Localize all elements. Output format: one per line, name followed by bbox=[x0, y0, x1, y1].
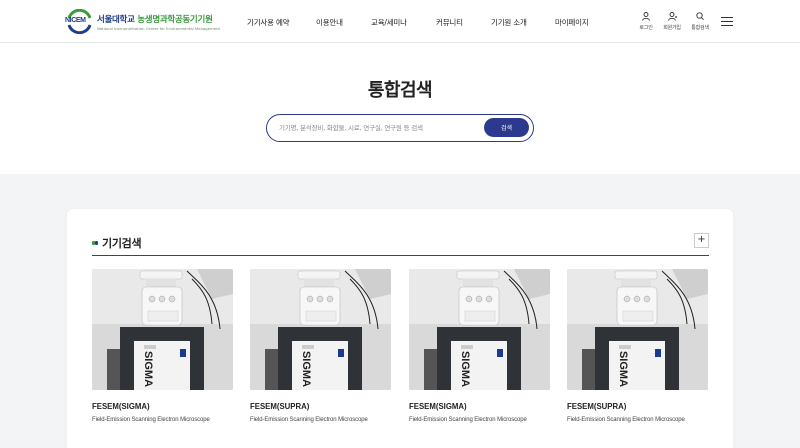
search-box: 검색 bbox=[266, 114, 534, 142]
svg-text:SIGMA: SIGMA bbox=[459, 351, 471, 387]
hero-section: 통합검색 검색 bbox=[0, 43, 800, 174]
product-description: Field-Emission Scanning Electron Microsc… bbox=[567, 417, 685, 423]
signup-button[interactable]: 회원가입 bbox=[657, 12, 687, 31]
nav-item-education[interactable]: 교육/세미나 bbox=[371, 17, 407, 28]
more-button[interactable]: + bbox=[694, 233, 709, 248]
site-header: NICEM 서울대학교 농생명과학공동기기원 National Instrume… bbox=[0, 0, 800, 43]
product-card[interactable]: SIGMA FESEM(SUPRA) Field-Emission Scanni… bbox=[567, 269, 708, 423]
search-icon bbox=[696, 12, 704, 21]
svg-text:SIGMA: SIGMA bbox=[300, 351, 312, 387]
person-icon bbox=[642, 12, 650, 21]
product-card[interactable]: SIGMA FESEM(SUPRA) Field-Emission Scanni… bbox=[250, 269, 391, 423]
nav-item-guide[interactable]: 이용안내 bbox=[316, 17, 343, 28]
section-header: 기기검색 + bbox=[92, 233, 709, 256]
hamburger-icon[interactable] bbox=[721, 17, 733, 26]
integrated-search-button[interactable]: 통합검색 bbox=[685, 12, 715, 31]
svg-text:SIGMA: SIGMA bbox=[142, 351, 154, 387]
nav-item-about[interactable]: 기기원 소개 bbox=[491, 17, 527, 28]
product-image: SIGMA bbox=[92, 269, 233, 390]
svg-text:SIGMA: SIGMA bbox=[617, 351, 629, 387]
nav-item-community[interactable]: 커뮤니티 bbox=[436, 17, 463, 28]
product-name: FESEM(SIGMA) bbox=[409, 402, 467, 411]
product-card[interactable]: SIGMA FESEM(SIGMA) Field-Emission Scanni… bbox=[409, 269, 550, 423]
product-description: Field-Emission Scanning Electron Microsc… bbox=[92, 417, 210, 423]
product-card[interactable]: SIGMA FESEM(SIGMA) Field-Emission Scanni… bbox=[92, 269, 233, 423]
section-title: 기기검색 bbox=[102, 237, 142, 250]
search-button[interactable]: 검색 bbox=[484, 118, 529, 137]
product-image: SIGMA bbox=[567, 269, 708, 390]
nav-item-reservation[interactable]: 기기사용 예약 bbox=[247, 17, 290, 28]
product-name: FESEM(SUPRA) bbox=[250, 402, 310, 411]
search-input[interactable] bbox=[279, 122, 479, 134]
product-name: FESEM(SIGMA) bbox=[92, 402, 150, 411]
integrated-search-label: 통합검색 bbox=[691, 25, 709, 31]
nav-item-mypage[interactable]: 마이페이지 bbox=[555, 17, 589, 28]
product-description: Field-Emission Scanning Electron Microsc… bbox=[250, 417, 368, 423]
equipment-search-card: 기기검색 + SIGMA FESEM(SIGMA) Field-Emission… bbox=[67, 209, 733, 448]
product-description: Field-Emission Scanning Electron Microsc… bbox=[409, 417, 527, 423]
person-add-icon bbox=[667, 12, 677, 21]
product-name: FESEM(SUPRA) bbox=[567, 402, 627, 411]
product-image: SIGMA bbox=[250, 269, 391, 390]
page-title: 통합검색 bbox=[367, 80, 433, 101]
section-bullet-icon bbox=[92, 241, 98, 245]
signup-label: 회원가입 bbox=[663, 25, 681, 31]
product-image: SIGMA bbox=[409, 269, 550, 390]
